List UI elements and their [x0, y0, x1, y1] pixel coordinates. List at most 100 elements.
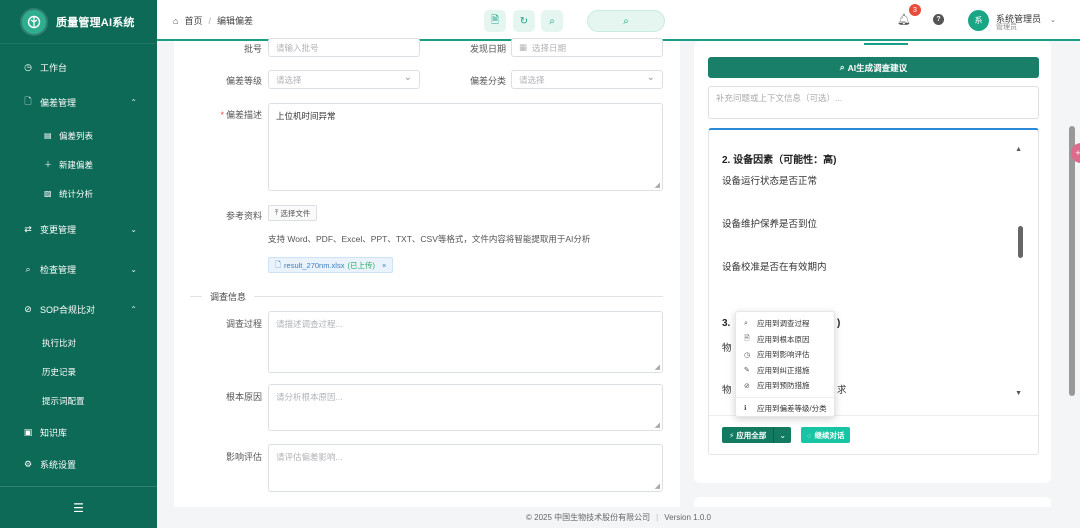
- search-tool-button[interactable]: ⌕: [541, 10, 563, 32]
- resize-handle-icon[interactable]: ◢: [655, 363, 660, 371]
- continue-chat-button[interactable]: ◌ 继续对话: [801, 427, 851, 443]
- remove-file-icon[interactable]: ×: [382, 261, 386, 270]
- chevron-down-icon: ⌄: [130, 264, 137, 274]
- calendar-icon: ▦: [519, 42, 528, 52]
- search-icon: ⌕: [839, 62, 845, 72]
- breadcrumb-home[interactable]: 首页: [184, 14, 202, 27]
- impact-textarea[interactable]: 请评估偏差影响... ◢: [268, 444, 663, 492]
- menu-item-apply-preventive[interactable]: ⊘ 应用到预防措施: [736, 378, 834, 394]
- upload-icon: ⤒: [275, 208, 279, 217]
- sidebar-item-inspection[interactable]: ⌕ 检查管理 ⌄: [0, 254, 157, 284]
- sidebar-item-execute-compare[interactable]: 执行比对: [0, 328, 157, 357]
- ai-heading-3-end: ): [837, 318, 841, 329]
- global-search-button[interactable]: ⌕: [587, 10, 665, 32]
- menu-item-apply-corrective[interactable]: ✎ 应用到纠正措施: [736, 363, 834, 379]
- help-icon[interactable]: ?: [933, 14, 944, 25]
- sidebar-item-sop[interactable]: ⊘ SOP合规比对 ⌃: [0, 294, 157, 324]
- chevron-down-icon[interactable]: ▼: [1015, 390, 1022, 397]
- uploaded-file-tag[interactable]: 🗋 result_270nm.xlsx (已上传) ×: [268, 257, 394, 273]
- apply-dropdown-menu: ⌕ 应用到调查过程 🗎 应用到根本原因 ◷ 应用到影响评估 ✎ 应用到纠正措施 ⊘ 应用到…: [735, 311, 835, 417]
- apply-dropdown-toggle[interactable]: ⌄: [773, 427, 792, 443]
- sidebar-item-knowledge[interactable]: ▣ 知识库: [0, 417, 157, 447]
- root-cause-textarea[interactable]: 请分析根本原因... ◢: [268, 384, 663, 431]
- sidebar-item-label: 系统设置: [40, 459, 77, 470]
- resize-handle-icon[interactable]: ◢: [655, 421, 660, 429]
- chart-icon: ▨: [44, 189, 52, 198]
- file-icon: 🗋: [24, 96, 32, 106]
- ai-heading-equipment: 2. 设备因素（可能性：高): [722, 155, 837, 166]
- process-placeholder: 请描述调查过程...: [276, 319, 343, 329]
- root-cause-label: 根本原因: [225, 392, 262, 402]
- section-title: 调查信息: [210, 292, 247, 302]
- description-textarea[interactable]: 上位机时间异常 ◢: [268, 103, 663, 191]
- swap-icon: ⇄: [24, 223, 32, 234]
- user-role: 管理员: [996, 24, 1017, 31]
- menu-item-apply-root-cause[interactable]: 🗎 应用到根本原因: [736, 332, 834, 348]
- chat-icon: ◌: [807, 430, 812, 440]
- ai-heading-3-start: 3.: [722, 318, 731, 329]
- gear-icon: ⚙: [23, 458, 33, 469]
- continue-chat-label: 继续对话: [814, 430, 845, 440]
- page-scrollbar[interactable]: [1069, 126, 1075, 396]
- collapse-sidebar-button[interactable]: ☰: [0, 486, 157, 528]
- menu-item-apply-impact[interactable]: ◷ 应用到影响评估: [736, 347, 834, 363]
- home-icon: ⌂: [173, 15, 179, 26]
- search-icon: ⌕: [25, 263, 31, 274]
- top-header: ⌂ 首页 / 编辑偏差 🗎 ↻ ⌕ ⌕ 🔔︎ 3 ? 系 系统管理员 管理员 ⌄: [157, 0, 1080, 41]
- ai-generate-button[interactable]: ⌕ AI生成调查建议: [708, 57, 1039, 78]
- sidebar-item-label: 历史记录: [42, 366, 77, 377]
- menu-item-label: 应用到根本原因: [757, 334, 810, 344]
- deviation-form: 批号 请输入批号 发现日期 ▦ 选择日期 偏差等级 请选择 偏差分类 请选择 *偏…: [174, 38, 680, 507]
- menu-item-label: 应用到影响评估: [757, 350, 810, 360]
- document-tool-button[interactable]: 🗎: [484, 10, 506, 32]
- found-date-picker[interactable]: ▦ 选择日期: [511, 38, 663, 57]
- menu-item-apply-level[interactable]: ℹ 应用到偏差等级/分类: [736, 401, 834, 417]
- list-icon: ▤: [44, 131, 52, 140]
- category-select[interactable]: 请选择: [511, 70, 663, 89]
- ai-line: 求: [837, 385, 847, 396]
- process-textarea[interactable]: 请描述调查过程... ◢: [268, 311, 663, 373]
- search-icon: ⌕: [549, 15, 555, 27]
- menu-item-apply-process[interactable]: ⌕ 应用到调查过程: [736, 316, 834, 332]
- description-label-text: 偏差描述: [225, 110, 262, 120]
- menu-item-label: 应用到调查过程: [757, 319, 810, 329]
- menu-item-label: 应用到纠正措施: [757, 365, 810, 375]
- sidebar-item-label: 偏差管理: [40, 97, 77, 108]
- sidebar-item-deviation-list[interactable]: ▤ 偏差列表: [0, 121, 157, 150]
- ai-scrollbar[interactable]: [1018, 226, 1023, 258]
- ai-generate-label: AI生成调查建议: [847, 62, 908, 73]
- refresh-button[interactable]: ↻: [513, 10, 535, 32]
- sidebar-item-label: 检查管理: [40, 264, 77, 275]
- sidebar-item-label: 知识库: [40, 427, 68, 438]
- resize-handle-icon[interactable]: ◢: [655, 482, 660, 490]
- plus-icon: ＋: [44, 160, 52, 169]
- avatar[interactable]: 系: [968, 10, 989, 31]
- sidebar-item-statistics[interactable]: ▨ 统计分析: [0, 179, 157, 208]
- plus-icon: +: [1075, 148, 1080, 158]
- level-select[interactable]: 请选择: [268, 70, 420, 89]
- sidebar-item-history[interactable]: 历史记录: [0, 357, 157, 386]
- ai-secondary-card: [694, 497, 1051, 507]
- bell-icon[interactable]: 🔔︎: [897, 13, 911, 26]
- chevron-down-icon[interactable]: ⌄: [1050, 16, 1056, 24]
- choose-file-button[interactable]: ⤒ 选择文件: [268, 205, 318, 221]
- sidebar-item-workbench[interactable]: ◷ 工作台: [0, 52, 157, 82]
- chevron-down-icon: ⌄: [779, 430, 787, 440]
- sidebar-item-prompt-config[interactable]: 提示词配置: [0, 386, 157, 415]
- sidebar-item-new-deviation[interactable]: ＋ 新建偏差: [0, 150, 157, 179]
- level-label: 偏差等级: [225, 76, 262, 86]
- sidebar-item-settings[interactable]: ⚙ 系统设置: [0, 449, 157, 479]
- apply-all-button[interactable]: ⚡ 应用全部: [722, 427, 774, 443]
- warning-icon: ◷: [744, 351, 751, 359]
- sidebar-item-change[interactable]: ⇄ 变更管理 ⌄: [0, 214, 157, 244]
- batch-input[interactable]: 请输入批号: [268, 38, 420, 57]
- upload-help-text: 支持 Word、PDF、Excel、PPT、TXT、CSV等格式，文件内容将智能…: [268, 234, 591, 244]
- ai-context-input[interactable]: 补充问题或上下文信息（可选）...: [708, 86, 1039, 119]
- resize-handle-icon[interactable]: ◢: [655, 181, 660, 189]
- chevron-up-icon[interactable]: ▲: [1015, 146, 1022, 153]
- app-title: 质量管理AI系统: [56, 16, 135, 29]
- sidebar-item-deviation[interactable]: 🗋 偏差管理 ⌃: [0, 87, 157, 117]
- breadcrumb-separator: /: [208, 15, 211, 26]
- compare-icon: ⊘: [24, 303, 32, 314]
- sidebar-item-label: 工作台: [40, 62, 68, 73]
